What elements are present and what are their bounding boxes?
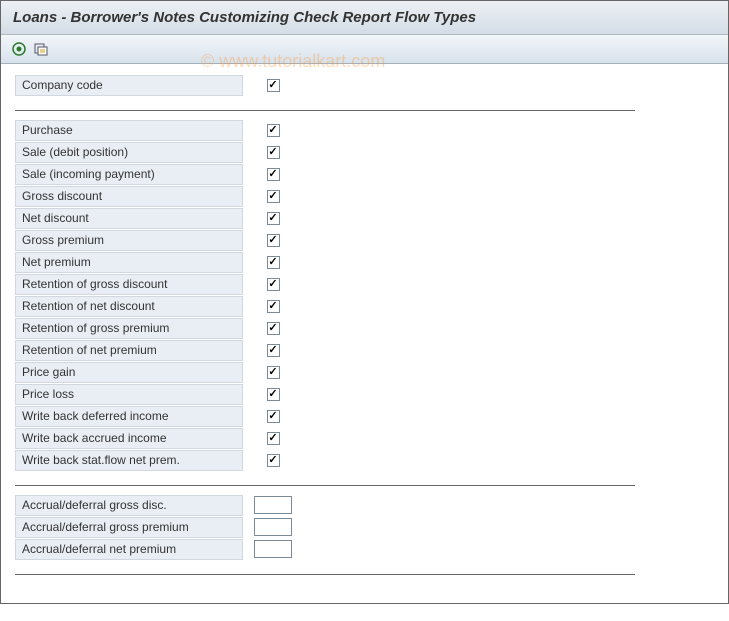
field-label: Retention of net discount (15, 296, 243, 317)
field-row: Retention of gross discount (15, 273, 714, 295)
checkbox[interactable] (267, 322, 280, 335)
field-label: Retention of net premium (15, 340, 243, 361)
checkbox[interactable] (267, 432, 280, 445)
field-label: Sale (debit position) (15, 142, 243, 163)
toolbar (1, 35, 728, 64)
field-label: Accrual/deferral gross premium (15, 517, 243, 538)
input-cell (243, 142, 303, 163)
checkbox[interactable] (267, 278, 280, 291)
checkbox[interactable] (267, 168, 280, 181)
variant-icon[interactable] (33, 41, 49, 57)
field-row: Net discount (15, 207, 714, 229)
checkbox[interactable] (267, 79, 280, 92)
field-row: Purchase (15, 119, 714, 141)
field-row: Price loss (15, 383, 714, 405)
field-label: Gross premium (15, 230, 243, 251)
field-row: Sale (debit position) (15, 141, 714, 163)
checkbox[interactable] (267, 454, 280, 467)
field-label: Net premium (15, 252, 243, 273)
input-cell (243, 75, 303, 96)
input-cell (243, 318, 303, 339)
input-cell (243, 495, 303, 516)
input-cell (243, 517, 303, 538)
field-label: Retention of gross discount (15, 274, 243, 295)
input-cell (243, 274, 303, 295)
field-row: Accrual/deferral gross premium (15, 516, 714, 538)
input-cell (243, 340, 303, 361)
field-label: Retention of gross premium (15, 318, 243, 339)
field-row: Price gain (15, 361, 714, 383)
field-label: Company code (15, 75, 243, 96)
checkbox[interactable] (267, 366, 280, 379)
execute-icon[interactable] (11, 41, 27, 57)
field-row: Company code (15, 74, 714, 96)
page-title: Loans - Borrower's Notes Customizing Che… (1, 1, 728, 35)
input-cell (243, 428, 303, 449)
divider (15, 110, 635, 111)
field-row: Write back deferred income (15, 405, 714, 427)
field-label: Price gain (15, 362, 243, 383)
input-cell (243, 384, 303, 405)
checkbox[interactable] (267, 344, 280, 357)
input-cell (243, 164, 303, 185)
checkbox[interactable] (267, 124, 280, 137)
input-cell (243, 406, 303, 427)
field-label: Write back accrued income (15, 428, 243, 449)
field-row: Accrual/deferral net premium (15, 538, 714, 560)
input-cell (243, 208, 303, 229)
field-label: Gross discount (15, 186, 243, 207)
checkbox[interactable] (267, 256, 280, 269)
input-cell (243, 186, 303, 207)
field-row: Retention of gross premium (15, 317, 714, 339)
field-label: Write back stat.flow net prem. (15, 450, 243, 471)
content-area: Company code PurchaseSale (debit positio… (1, 64, 728, 603)
field-row: Gross premium (15, 229, 714, 251)
checkbox[interactable] (267, 410, 280, 423)
field-label: Write back deferred income (15, 406, 243, 427)
field-row: Sale (incoming payment) (15, 163, 714, 185)
checkbox[interactable] (267, 300, 280, 313)
field-row: Accrual/deferral gross disc. (15, 494, 714, 516)
field-label: Purchase (15, 120, 243, 141)
input-cell (243, 539, 303, 560)
field-row: Retention of net premium (15, 339, 714, 361)
input-cell (243, 296, 303, 317)
divider (15, 574, 635, 575)
checkbox[interactable] (267, 388, 280, 401)
field-row: Write back accrued income (15, 427, 714, 449)
field-row: Gross discount (15, 185, 714, 207)
checkbox[interactable] (267, 212, 280, 225)
divider (15, 485, 635, 486)
input-cell (243, 230, 303, 251)
input-cell (243, 252, 303, 273)
field-label: Price loss (15, 384, 243, 405)
field-row: Retention of net discount (15, 295, 714, 317)
field-label: Accrual/deferral gross disc. (15, 495, 243, 516)
input-cell (243, 450, 303, 471)
text-input[interactable] (254, 496, 292, 514)
checkbox[interactable] (267, 234, 280, 247)
field-row: Net premium (15, 251, 714, 273)
input-cell (243, 362, 303, 383)
field-label: Accrual/deferral net premium (15, 539, 243, 560)
checkbox[interactable] (267, 190, 280, 203)
text-input[interactable] (254, 540, 292, 558)
text-input[interactable] (254, 518, 292, 536)
input-cell (243, 120, 303, 141)
checkbox[interactable] (267, 146, 280, 159)
field-row: Write back stat.flow net prem. (15, 449, 714, 471)
field-label: Sale (incoming payment) (15, 164, 243, 185)
field-label: Net discount (15, 208, 243, 229)
